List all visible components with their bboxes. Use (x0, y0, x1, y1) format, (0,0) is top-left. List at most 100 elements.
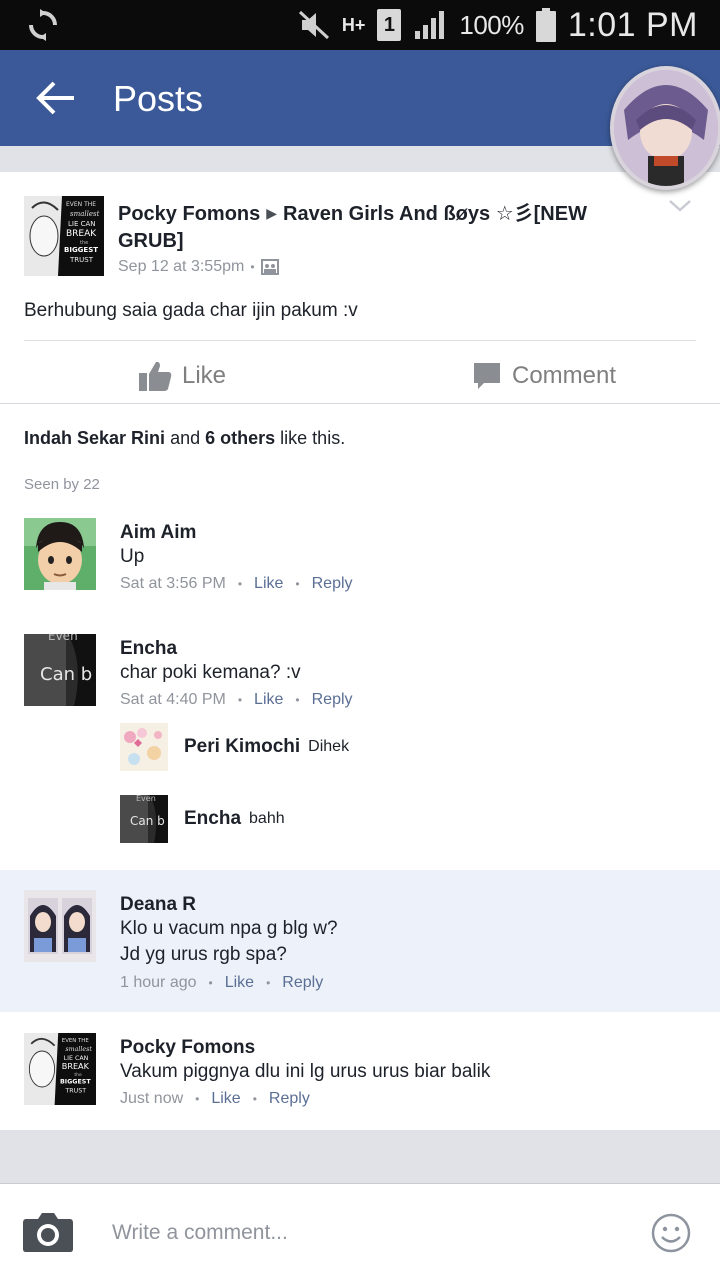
commenter-avatar[interactable]: Even Can b (24, 634, 96, 706)
commenter-name[interactable]: Deana R (120, 894, 196, 916)
svg-text:BIGGEST: BIGGEST (64, 246, 98, 254)
comment-time: Just now (120, 1090, 184, 1107)
comment-label: Comment (512, 362, 617, 389)
speech-bubble-icon (474, 363, 500, 389)
like-button[interactable]: Like (138, 356, 226, 396)
comment-composer (0, 1184, 720, 1280)
comment-item: Aim Aim Up Sat at 3:56 PM • Like • Reply (0, 518, 720, 618)
comment-meta: 1 hour ago • Like • Reply (120, 974, 323, 992)
svg-text:Even: Even (48, 634, 78, 643)
avatar-image (24, 890, 96, 962)
camera-icon[interactable] (22, 1211, 74, 1253)
comment-text: Jd yg urus rgb spa? (120, 944, 287, 965)
post-body-text: Berhubung saia gada char ijin pakum :v (24, 300, 358, 321)
svg-text:LIE CAN: LIE CAN (68, 220, 96, 228)
comment-text: Klo u vacum npa g blg w? (120, 918, 338, 939)
svg-text:smallest: smallest (70, 210, 100, 218)
post-timestamp[interactable]: Sep 12 at 3:55pm (118, 258, 244, 276)
sync-icon (29, 9, 57, 41)
comment-reply-link[interactable]: Reply (269, 1090, 310, 1108)
comment-like-link[interactable]: Like (254, 691, 283, 709)
reply-avatar[interactable] (120, 723, 168, 771)
clock: 1:01 PM (567, 5, 698, 44)
network-type: H+ (341, 15, 366, 35)
section-divider (0, 146, 720, 172)
others-count[interactable]: 6 others (205, 428, 275, 448)
commenter-name[interactable]: Encha (120, 638, 177, 660)
comment-item: Deana R Klo u vacum npa g blg w? Jd yg u… (0, 890, 720, 1000)
reply-text: bahh (249, 810, 285, 827)
post-meta: Sep 12 at 3:55pm • (118, 258, 279, 276)
svg-text:BIGGEST: BIGGEST (60, 1078, 91, 1085)
svg-text:TRUST: TRUST (69, 256, 94, 264)
post-author-name[interactable]: Pocky Fomons (118, 203, 260, 225)
commenter-avatar[interactable] (24, 518, 96, 590)
seen-by-count[interactable]: Seen by 22 (24, 476, 100, 493)
comment-item: EVEN THE smallest LIE CAN BREAK the BIGG… (0, 1033, 720, 1123)
anime-avatar-image (614, 70, 718, 186)
separator-dot: • (195, 1092, 200, 1106)
comment-reply-link[interactable]: Reply (282, 974, 323, 992)
liker-name[interactable]: Indah Sekar Rini (24, 428, 165, 448)
comment-input[interactable] (112, 1216, 612, 1250)
svg-text:EVEN THE: EVEN THE (62, 1038, 90, 1044)
separator-dot: • (252, 1092, 257, 1106)
comment-text: Vakum piggnya dlu ini lg urus urus biar … (120, 1061, 491, 1082)
like-label: Like (182, 362, 227, 389)
divider (24, 340, 696, 341)
separator-dot: • (295, 693, 300, 707)
likes-summary[interactable]: Indah Sekar Rini and 6 others like this. (24, 428, 345, 449)
avatar-image: Even Can b (24, 634, 96, 706)
triangle-right-icon: ▶ (266, 205, 278, 221)
svg-text:EVEN THE: EVEN THE (66, 201, 96, 208)
commenter-avatar[interactable]: EVEN THE smallest LIE CAN BREAK the BIGG… (24, 1033, 96, 1105)
reply-avatar[interactable]: Even Can b (120, 795, 168, 843)
post-author-avatar[interactable]: EVEN THE smallest LIE CAN BREAK the BIGG… (24, 196, 104, 276)
post-card: EVEN THE smallest LIE CAN BREAK the BIGG… (0, 172, 720, 404)
group-audience-icon (260, 259, 279, 275)
svg-text:TRUST: TRUST (64, 1087, 86, 1094)
comment-text: char poki kemana? :v (120, 662, 301, 683)
comment-like-link[interactable]: Like (254, 575, 283, 593)
svg-text:Can b: Can b (130, 814, 165, 828)
avatar-image: Even Can b (120, 795, 168, 843)
reply-author-name[interactable]: Peri Kimochi (184, 736, 300, 758)
sim-icon: 1 (377, 9, 402, 41)
commenter-name[interactable]: Pocky Fomons (120, 1037, 255, 1059)
comment-meta: Sat at 3:56 PM • Like • Reply (120, 575, 353, 593)
separator-dot: • (237, 577, 243, 591)
emoji-icon[interactable] (650, 1212, 692, 1254)
comment-reply-link[interactable]: Reply (312, 575, 353, 593)
comment-meta: Sat at 4:40 PM • Like • Reply (120, 691, 353, 709)
reply-text: Dihek (308, 738, 350, 755)
comment-item: Even Can b Encha char poki kemana? :v Sa… (0, 634, 720, 854)
separator-dot: • (266, 976, 271, 990)
avatar-image: EVEN THE smallest LIE CAN BREAK the BIGG… (24, 196, 104, 276)
avatar-image (24, 518, 96, 590)
battery-percent: 100% (459, 9, 524, 40)
separator-dot: • (250, 260, 255, 274)
svg-text:the: the (74, 1072, 82, 1078)
section-divider (0, 1130, 720, 1184)
comment-like-link[interactable]: Like (211, 1090, 240, 1108)
commenter-name[interactable]: Aim Aim (120, 522, 196, 544)
comment-time: Sat at 3:56 PM (120, 575, 226, 592)
back-arrow-icon[interactable] (34, 78, 78, 118)
reply-item[interactable]: Even Can b Encha bahh (120, 795, 285, 843)
comment-time: 1 hour ago (120, 974, 197, 991)
mute-icon (298, 10, 329, 40)
comment-meta: Just now • Like • Reply (120, 1090, 310, 1108)
comment-text: Up (120, 546, 145, 567)
reply-author-name[interactable]: Encha (184, 808, 241, 830)
commenter-avatar[interactable] (24, 890, 96, 962)
separator-dot: • (208, 976, 213, 990)
reply-item[interactable]: Peri Kimochi Dihek (120, 723, 349, 771)
svg-text:BREAK: BREAK (66, 229, 97, 239)
chevron-down-icon[interactable] (668, 198, 692, 214)
separator-dot: • (237, 693, 243, 707)
comment-reply-link[interactable]: Reply (312, 691, 353, 709)
comment-like-link[interactable]: Like (225, 974, 254, 992)
battery-icon (535, 8, 556, 42)
comment-button[interactable]: Comment (472, 356, 720, 396)
chat-head-avatar[interactable] (610, 66, 720, 190)
